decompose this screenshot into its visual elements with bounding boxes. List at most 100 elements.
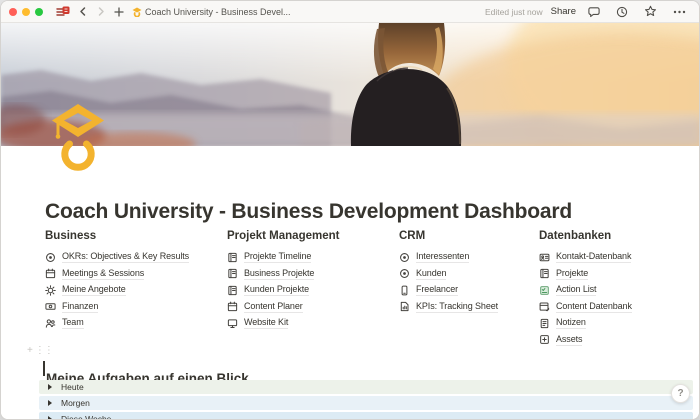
- page-link[interactable]: Projekte Timeline: [227, 249, 399, 266]
- page-link-label: Kontakt-Datenbank: [556, 251, 631, 263]
- page-link-label: Team: [62, 317, 84, 329]
- comments-icon[interactable]: [584, 3, 604, 21]
- edited-status: Edited just now: [485, 7, 543, 17]
- column-header: Datenbanken: [539, 230, 699, 242]
- block-handles[interactable]: + ⋮⋮: [27, 345, 53, 356]
- toggle-triangle-icon[interactable]: [48, 400, 52, 406]
- page-link[interactable]: Finanzen: [45, 299, 227, 316]
- help-button[interactable]: ?: [671, 384, 690, 403]
- toggle-label: Diese Woche: [61, 414, 111, 420]
- page-link-label: Projekte Timeline: [244, 251, 311, 263]
- column-header: Projekt Management: [227, 230, 399, 242]
- page-body: Coach University - Business Development …: [1, 146, 700, 420]
- page-link-label: Notizen: [556, 317, 586, 329]
- page-link[interactable]: Kunden: [399, 266, 539, 283]
- page-link[interactable]: Content Planer: [227, 299, 399, 316]
- text-caret: [43, 361, 45, 376]
- monitor-icon: [227, 318, 238, 329]
- page-link[interactable]: Projekte: [539, 266, 699, 283]
- toggle-triangle-icon[interactable]: [48, 384, 52, 390]
- toggle-morgen[interactable]: Morgen: [39, 396, 693, 410]
- page-link-label: Meine Angebote: [62, 284, 126, 296]
- chart-doc-icon: [399, 301, 410, 312]
- page-link[interactable]: Kunden Projekte: [227, 282, 399, 299]
- toggle-heute[interactable]: Heute: [39, 380, 693, 394]
- page-link[interactable]: Notizen: [539, 315, 699, 332]
- toggle-triangle-icon[interactable]: [48, 416, 52, 420]
- column-header: Business: [45, 230, 227, 242]
- tab-title[interactable]: Coach University - Business Devel...: [145, 7, 291, 17]
- page-link-label: Finanzen: [62, 301, 98, 313]
- cover-image: [1, 23, 700, 146]
- calendar-icon: [227, 301, 238, 312]
- more-icon[interactable]: [669, 3, 690, 21]
- page-link-label: OKRs: Objectives & Key Results: [62, 251, 189, 263]
- back-icon[interactable]: [74, 3, 92, 21]
- zoom-window-button[interactable]: [35, 8, 43, 16]
- column-projekt-management: Projekt Management Projekte Timeline Busin…: [227, 230, 399, 348]
- page-link[interactable]: Assets: [539, 332, 699, 349]
- page-link[interactable]: OKRs: Objectives & Key Results: [45, 249, 227, 266]
- page-link-label: Assets: [556, 334, 582, 346]
- page-link-label: Content Datenbank: [556, 301, 632, 313]
- history-clock-icon[interactable]: [612, 3, 632, 21]
- page-link-label: Business Projekte: [244, 268, 314, 280]
- page-link[interactable]: KPIs: Tracking Sheet: [399, 299, 539, 316]
- drag-handle-icon[interactable]: ⋮⋮: [35, 345, 53, 356]
- gear-icon: [45, 285, 56, 296]
- column-business: Business OKRs: Objectives & Key Results Me…: [45, 230, 227, 348]
- page-link[interactable]: Content Datenbank: [539, 299, 699, 316]
- column-datenbanken: Datenbanken Kontakt-Datenbank ProjekteActi…: [539, 230, 699, 348]
- ledger-icon: [227, 252, 238, 263]
- page-link-label: Interessenten: [416, 251, 469, 263]
- toggle-label: Morgen: [61, 398, 90, 408]
- page-link[interactable]: Meine Angebote: [45, 282, 227, 299]
- page-link[interactable]: Website Kit: [227, 315, 399, 332]
- forward-icon[interactable]: [92, 3, 110, 21]
- sidebar-toggle-icon[interactable]: [52, 3, 74, 21]
- new-tab-icon[interactable]: [110, 3, 128, 21]
- phone-icon: [399, 285, 410, 296]
- tab-favicon-cap-icon: [128, 3, 142, 21]
- column-crm: CRM Interessenten Kunden Freelancer KPIs: Tr…: [399, 230, 539, 348]
- page-link[interactable]: Team: [45, 315, 227, 332]
- ledger-icon: [539, 268, 550, 279]
- banknote-icon: [45, 301, 56, 312]
- target-icon: [399, 268, 410, 279]
- page-link-label: KPIs: Tracking Sheet: [416, 301, 498, 313]
- contact-card-icon: [539, 252, 550, 263]
- page-link-label: Meetings & Sessions: [62, 268, 144, 280]
- page-link[interactable]: Business Projekte: [227, 266, 399, 283]
- favorite-star-icon[interactable]: [640, 3, 661, 21]
- target-icon: [45, 252, 56, 263]
- minimize-window-button[interactable]: [22, 8, 30, 16]
- page-link-label: Kunden Projekte: [244, 284, 309, 296]
- page-link[interactable]: Freelancer: [399, 282, 539, 299]
- page-link[interactable]: Meetings & Sessions: [45, 266, 227, 283]
- checklist-icon: [539, 285, 550, 296]
- page-icon-graduation-cap[interactable]: [51, 103, 105, 173]
- page-link-label: Website Kit: [244, 317, 288, 329]
- target-icon: [399, 252, 410, 263]
- share-button[interactable]: Share: [551, 6, 576, 17]
- toggle-label: Heute: [61, 382, 84, 392]
- page-link-label: Kunden: [416, 268, 446, 280]
- window-toolbar: Coach University - Business Devel... Edi…: [1, 1, 699, 23]
- people-icon: [45, 318, 56, 329]
- page-link-label: Freelancer: [416, 284, 458, 296]
- notion-window: Coach University - Business Devel... Edi…: [0, 0, 700, 420]
- page-link[interactable]: Kontakt-Datenbank: [539, 249, 699, 266]
- page-link[interactable]: Interessenten: [399, 249, 539, 266]
- column-header: CRM: [399, 230, 539, 242]
- calendar-icon: [45, 268, 56, 279]
- page-link-label: Action List: [556, 284, 596, 296]
- toggle-diese-woche[interactable]: Diese Woche: [39, 412, 693, 420]
- box-plus-icon: [539, 334, 550, 345]
- close-window-button[interactable]: [9, 8, 17, 16]
- calendar-edit-icon: [539, 301, 550, 312]
- add-block-icon[interactable]: +: [27, 345, 33, 356]
- ledger-icon: [227, 285, 238, 296]
- page-link-label: Content Planer: [244, 301, 303, 313]
- page-title: Coach University - Business Development …: [45, 200, 572, 224]
- page-link[interactable]: Action List: [539, 282, 699, 299]
